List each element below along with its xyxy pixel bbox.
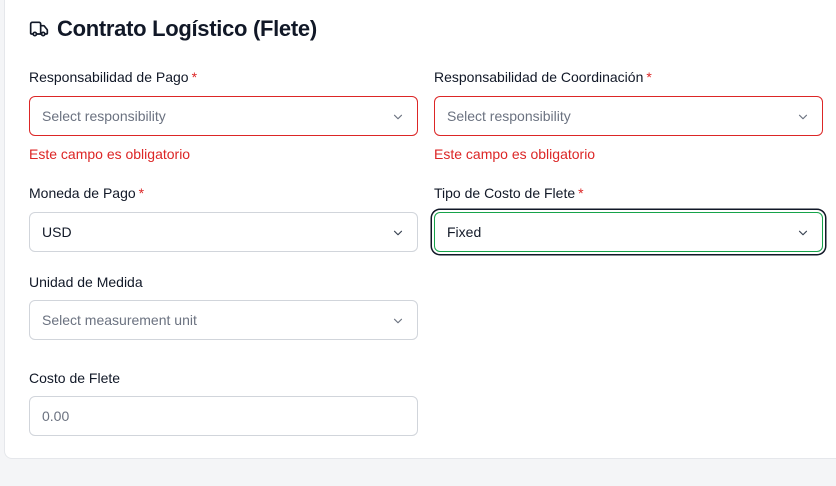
required-marker: * xyxy=(646,69,652,85)
select-placeholder: Select responsibility xyxy=(447,108,571,124)
label-text: Tipo de Costo de Flete xyxy=(434,185,576,201)
chevron-down-icon xyxy=(393,114,403,120)
freight-cost-field: Costo de Flete xyxy=(29,369,418,436)
required-marker: * xyxy=(578,185,584,201)
select-placeholder: Select measurement unit xyxy=(42,312,197,328)
select-placeholder: Select responsibility xyxy=(42,108,166,124)
payment-responsibility-error: Este campo es obligatorio xyxy=(29,146,191,162)
coordination-responsibility-field: Responsabilidad de Coordinación * Select … xyxy=(434,68,823,162)
freight-cost-type-label: Tipo de Costo de Flete * xyxy=(434,184,823,202)
label-text: Responsabilidad de Coordinación xyxy=(434,69,644,85)
label-text: Moneda de Pago xyxy=(29,185,136,201)
payment-currency-select[interactable]: USD xyxy=(29,212,418,252)
chevron-down-icon xyxy=(393,318,403,324)
select-value: Fixed xyxy=(447,224,482,240)
chevron-down-icon xyxy=(798,230,808,236)
section-title: Contrato Logístico (Flete) xyxy=(57,16,317,41)
freight-cost-type-field: Tipo de Costo de Flete * Fixed xyxy=(434,184,823,252)
required-marker: * xyxy=(191,69,198,85)
measurement-unit-field: Unidad de Medida Select measurement unit xyxy=(29,273,418,340)
payment-responsibility-label: Responsabilidad de Pago * xyxy=(29,68,418,86)
payment-responsibility-field: Responsabilidad de Pago * Select responsi… xyxy=(29,68,418,162)
measurement-unit-select[interactable]: Select measurement unit xyxy=(29,300,418,340)
freight-cost-label: Costo de Flete xyxy=(29,370,121,386)
truck-icon xyxy=(29,19,49,39)
label-text: Responsabilidad de Pago xyxy=(29,69,189,85)
select-value: USD xyxy=(42,224,72,240)
section-header: Contrato Logístico (Flete) xyxy=(29,14,317,44)
coordination-responsibility-error: Este campo es obligatorio xyxy=(434,146,596,162)
payment-currency-label: Moneda de Pago * xyxy=(29,184,418,202)
freight-cost-input[interactable] xyxy=(29,396,418,436)
required-marker: * xyxy=(138,185,145,201)
measurement-unit-label: Unidad de Medida xyxy=(29,274,143,290)
payment-responsibility-select[interactable]: Select responsibility xyxy=(29,96,418,136)
chevron-down-icon xyxy=(393,230,403,236)
coordination-responsibility-label: Responsabilidad de Coordinación * xyxy=(434,68,823,86)
chevron-down-icon xyxy=(798,114,808,120)
freight-contract-card: Contrato Logístico (Flete) Responsabilid… xyxy=(4,0,836,459)
coordination-responsibility-select[interactable]: Select responsibility xyxy=(434,96,823,136)
freight-cost-type-select[interactable]: Fixed xyxy=(434,212,823,252)
payment-currency-field: Moneda de Pago * USD xyxy=(29,184,418,252)
